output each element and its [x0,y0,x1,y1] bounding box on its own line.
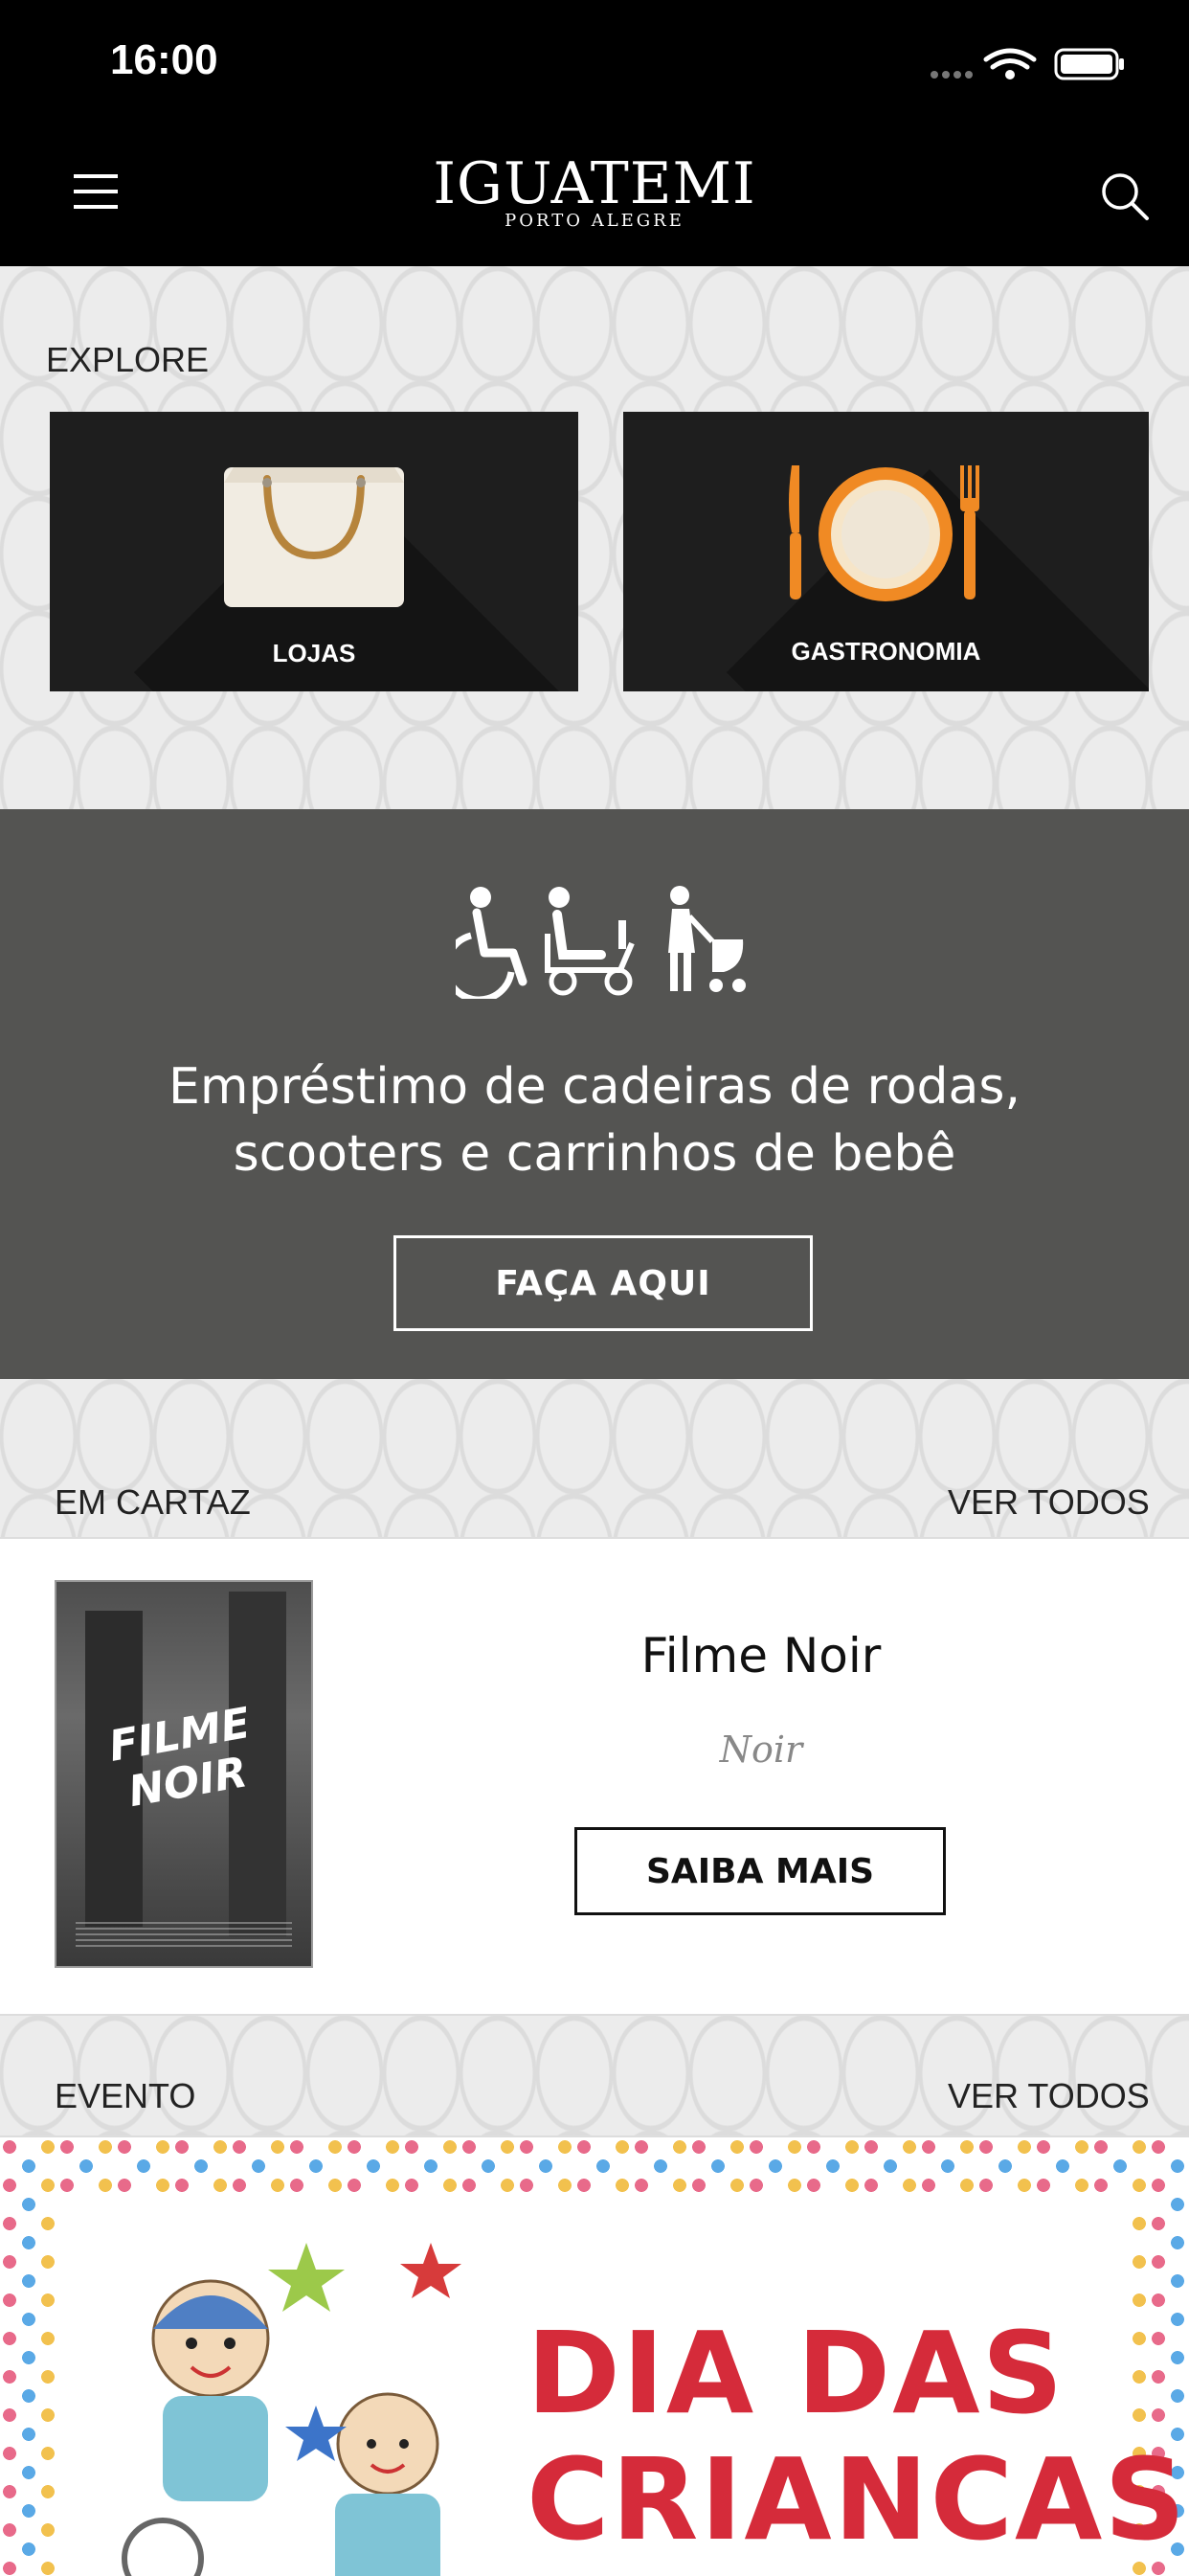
poster-credits [76,1922,292,1949]
hamburger-menu-icon-bar [74,190,118,193]
explore-title: EXPLORE [46,340,210,379]
menu-button[interactable] [59,153,136,230]
event-title-line-1: DIA DAS [527,2307,1066,2439]
event-title-line-2: CRIANCAS [527,2433,1188,2565]
em-cartaz-see-all-link[interactable]: VER TODOS [948,1482,1150,1523]
search-icon [1102,173,1149,220]
scooter-icon [545,887,635,996]
accessibility-line-1: Empréstimo de cadeiras de rodas, [168,1058,1021,1116]
app-header: IGUATEMI PORTO ALEGRE [0,124,1189,266]
tile-lojas[interactable]: LOJAS [50,412,578,691]
tile-gastronomia[interactable]: GASTRONOMIA [623,412,1149,691]
tile-label: LOJAS [272,639,356,667]
status-time: 16:00 [110,36,218,83]
event-title: DIA DAS CRIANCAS [527,2310,1187,2563]
event-banner-inner: DIA DAS CRIANCAS [57,2195,1185,2576]
accessibility-text: Empréstimo de cadeiras de rodas, scooter… [115,1053,1074,1187]
shopping-bag-icon [224,467,404,607]
status-icons [931,48,1124,80]
plate-cutlery-icon [789,465,979,601]
accessibility-line-2: scooters e carrinhos de bebê [233,1125,956,1183]
saiba-mais-button[interactable]: SAIBA MAIS [574,1827,946,1915]
status-bar: 16:00 [0,0,1189,124]
search-button[interactable] [1091,163,1158,230]
evento-title: EVENTO [55,2076,196,2115]
evento-see-all-link[interactable]: VER TODOS [948,2076,1150,2116]
brand-logo: IGUATEMI PORTO ALEGRE [383,153,806,231]
wheelchair-icon [456,887,527,999]
movie-poster[interactable]: FILME NOIR [55,1580,313,1968]
stroller-icon [668,886,746,992]
tile-label: GASTRONOMIA [791,637,981,666]
hamburger-menu-icon-bar [74,205,118,209]
faca-aqui-button[interactable]: FAÇA AQUI [393,1235,813,1331]
kids-illustration [122,2243,461,2576]
hamburger-menu-icon [74,174,118,178]
movie-genre: Noir [719,1729,803,1771]
brand-name: IGUATEMI [433,150,756,217]
movie-title: Filme Noir [640,1628,882,1683]
event-banner[interactable]: DIA DAS CRIANCAS [0,2135,1189,2576]
em-cartaz-title: EM CARTAZ [55,1482,251,1522]
